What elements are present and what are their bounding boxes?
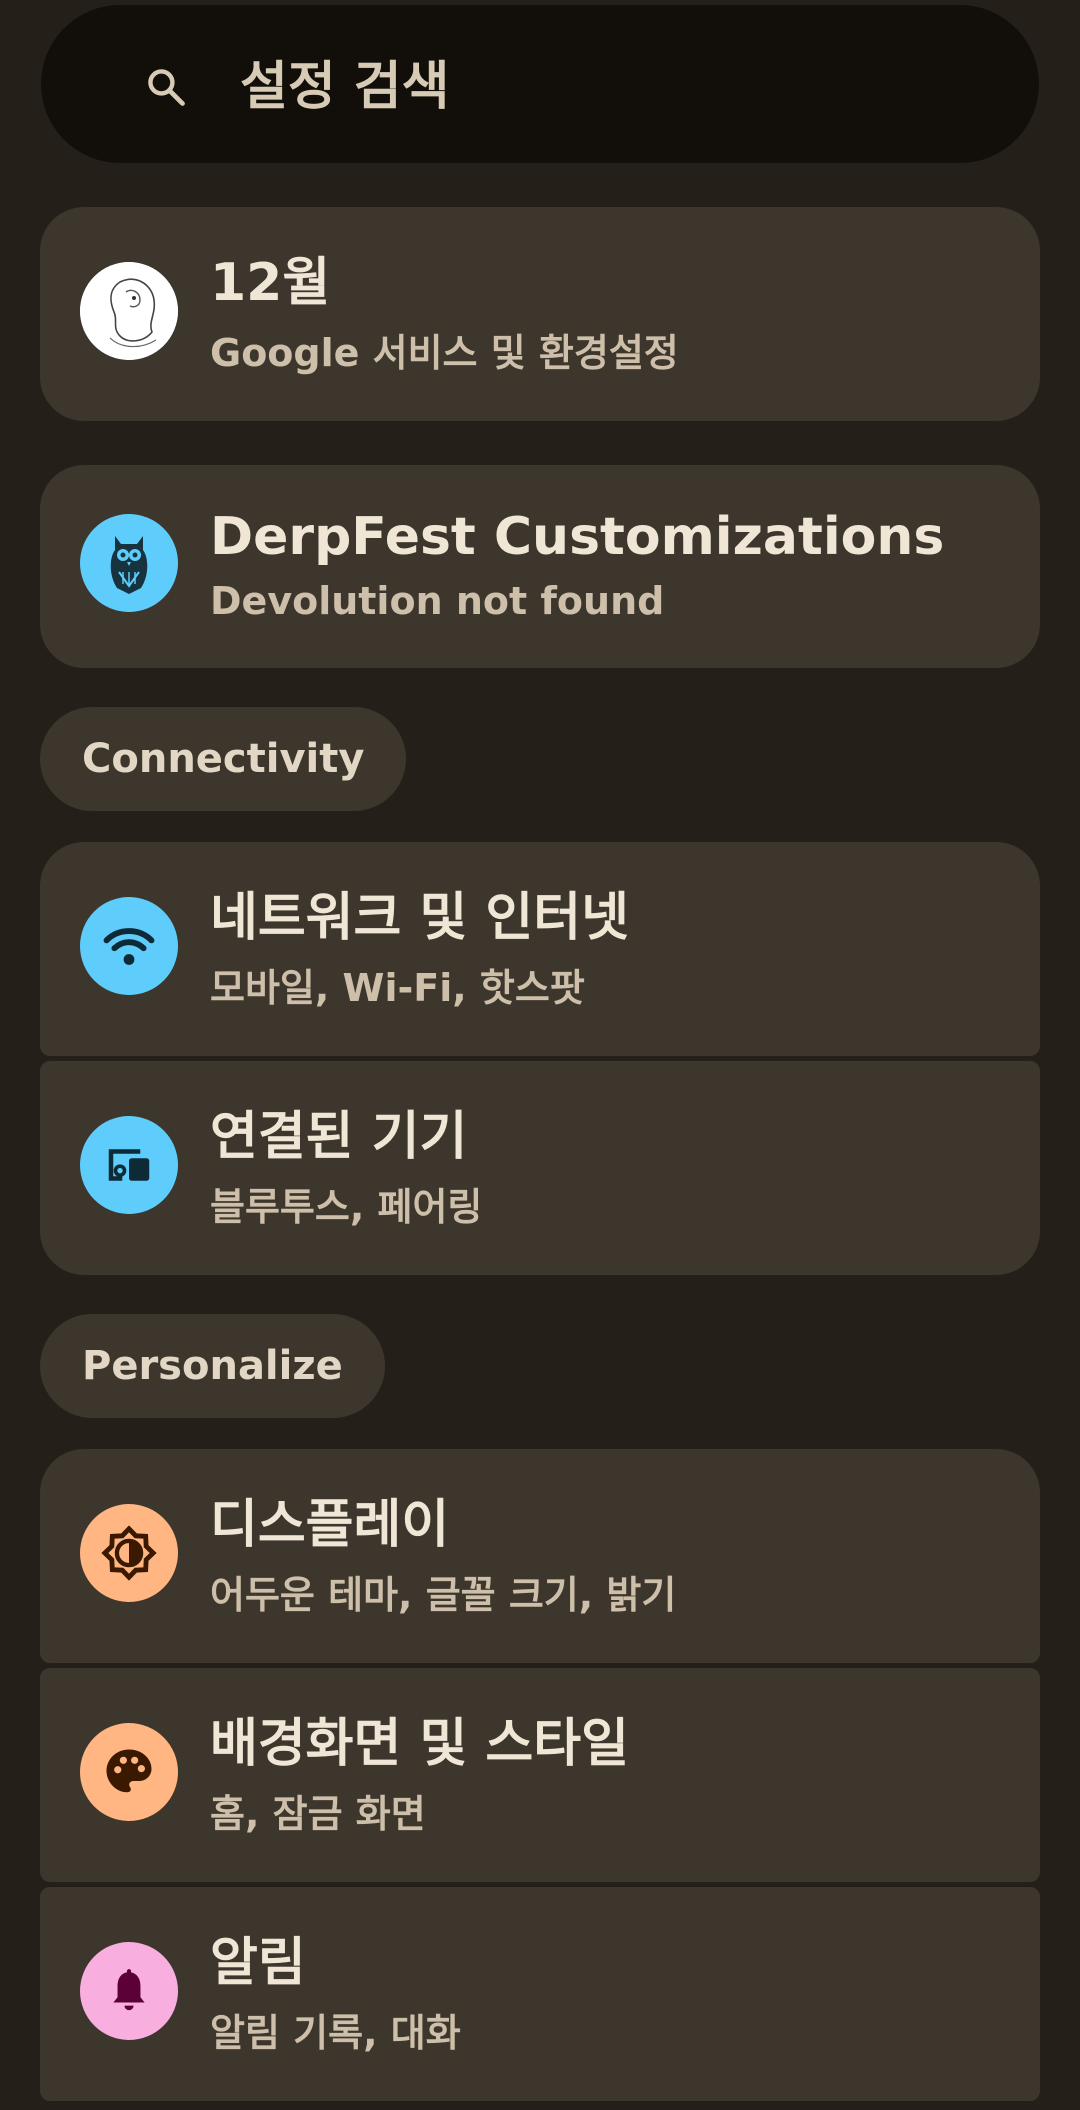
settings-item-subtitle: 홈, 잠금 화면	[210, 1792, 426, 1836]
settings-item-subtitle: 모바일, Wi-Fi, 핫스팟	[210, 966, 585, 1010]
bell-icon	[80, 1942, 178, 2040]
settings-item-subtitle: 어두운 테마, 글꼴 크기, 밝기	[210, 1573, 677, 1617]
owl-icon	[80, 514, 178, 612]
derpfest-title: DerpFest Customizations	[210, 507, 945, 567]
settings-item-network[interactable]: 네트워크 및 인터넷 모바일, Wi-Fi, 핫스팟	[40, 842, 1040, 1056]
settings-item-notifications[interactable]: 알림 알림 기록, 대화	[40, 1887, 1040, 2101]
account-subtitle: Google 서비스 및 환경설정	[210, 331, 679, 375]
settings-item-subtitle: 알림 기록, 대화	[210, 2011, 461, 2055]
palette-icon	[80, 1723, 178, 1821]
settings-item-title: 네트워크 및 인터넷	[210, 888, 629, 948]
account-title: 12월	[210, 253, 331, 313]
settings-item-subtitle: 블루투스, 페어링	[210, 1185, 483, 1229]
section-header-personalize: Personalize	[40, 1314, 385, 1418]
settings-item-display[interactable]: 디스플레이 어두운 테마, 글꼴 크기, 밝기	[40, 1449, 1040, 1663]
brightness-icon	[80, 1504, 178, 1602]
settings-item-title: 디스플레이	[210, 1495, 450, 1555]
settings-item-title: 알림	[210, 1933, 306, 1993]
section-header-connectivity: Connectivity	[40, 707, 407, 811]
settings-item-title: 연결된 기기	[210, 1107, 468, 1167]
search-icon	[148, 69, 185, 106]
devices-icon	[80, 1116, 178, 1214]
derpfest-subtitle: Devolution not found	[210, 579, 665, 623]
settings-item-title: 배경화면 및 스타일	[210, 1714, 629, 1774]
search-bar[interactable]: 설정 검색	[41, 5, 1039, 163]
derpfest-card[interactable]: DerpFest Customizations Devolution not f…	[40, 465, 1040, 668]
wifi-icon	[80, 897, 178, 995]
avatar	[80, 262, 178, 360]
settings-item-wallpaper[interactable]: 배경화면 및 스타일 홈, 잠금 화면	[40, 1668, 1040, 1882]
settings-item-connected-devices[interactable]: 연결된 기기 블루투스, 페어링	[40, 1061, 1040, 1275]
account-card[interactable]: 12월 Google 서비스 및 환경설정	[40, 207, 1040, 421]
search-placeholder: 설정 검색	[240, 57, 450, 117]
